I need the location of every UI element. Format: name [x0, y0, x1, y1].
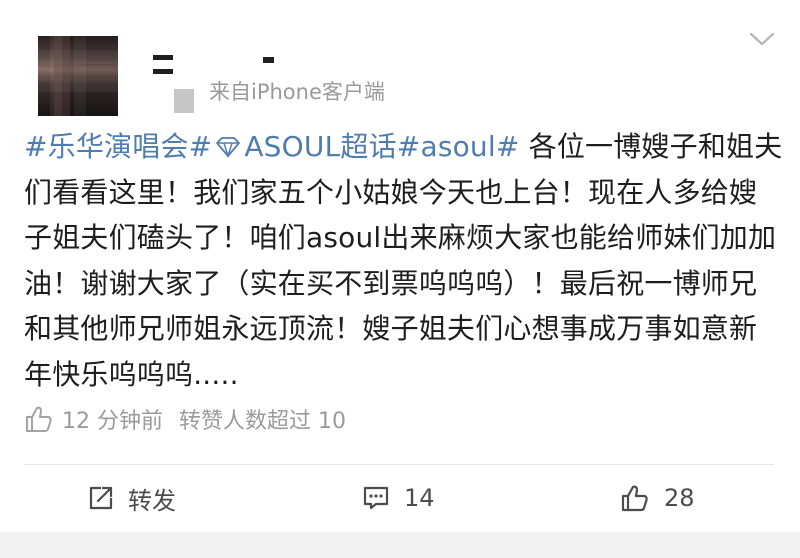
thumbs-up-icon: [621, 485, 648, 512]
like-count: 28: [664, 484, 695, 512]
comment-button[interactable]: 14: [362, 480, 435, 516]
post-source: 来自iPhone客户端: [209, 79, 385, 105]
feed-separator: [0, 532, 800, 558]
redacted-username-part: [263, 57, 274, 63]
repost-button[interactable]: 转发: [88, 480, 176, 516]
post-meta: 12 分钟前 转赞人数超过 10: [24, 402, 346, 436]
super-topic-asoul[interactable]: ASOUL超话: [244, 130, 396, 163]
post-body: #乐华演唱会# ASOUL超话#asoul# 各位一博嫂子和姐夫们看看这里！我们家…: [24, 124, 784, 398]
comment-count: 14: [404, 484, 435, 512]
redacted-username-part: [153, 69, 173, 74]
chevron-down-icon[interactable]: [749, 30, 775, 48]
redacted-username: [153, 55, 173, 60]
like-button[interactable]: 28: [620, 480, 695, 516]
diamond-icon: [216, 137, 241, 158]
post-text: 各位一博嫂子和姐夫们看看这里！我们家五个小姑娘今天也上台！现在人多给嫂子姐夫们磕…: [24, 130, 783, 391]
source-prefix: 来自: [209, 80, 251, 104]
topic-tag-asoul[interactable]: #asoul#: [397, 130, 520, 163]
source-device: iPhone客户端: [251, 80, 385, 104]
repost-label: 转发: [128, 486, 176, 515]
post-time: 12 分钟前: [62, 409, 163, 434]
avatar[interactable]: [38, 36, 118, 116]
comment-icon: [363, 486, 389, 510]
post-header: 来自iPhone客户端: [0, 0, 800, 116]
topic-tag-lehua-concert[interactable]: #乐华演唱会#: [24, 130, 212, 163]
repost-icon: [89, 486, 113, 510]
redacted-badge: [174, 89, 194, 113]
reposts-note: 转赞人数超过 10: [179, 409, 346, 434]
action-bar: 转发 14 28: [0, 468, 800, 532]
divider: [24, 464, 774, 465]
thumbs-up-icon: [26, 406, 52, 432]
